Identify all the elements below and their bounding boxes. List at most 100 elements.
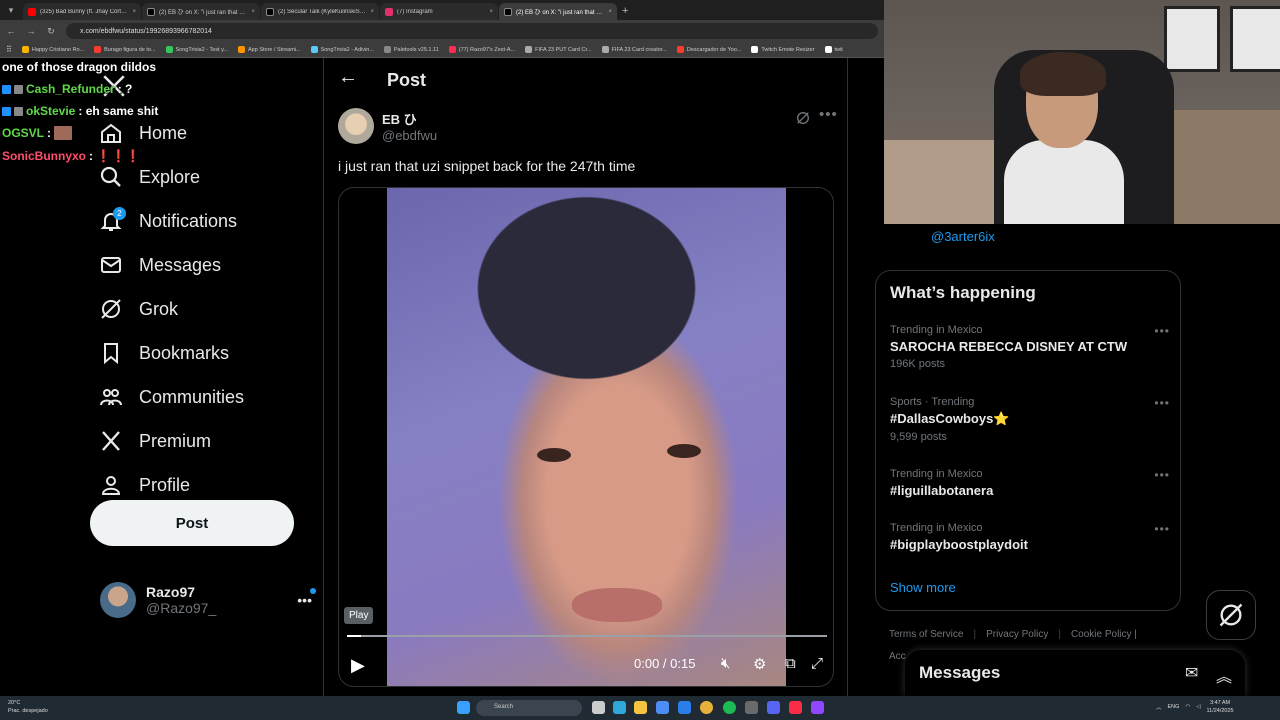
more-dots-icon[interactable]: ••• [1154,468,1170,482]
discord-icon[interactable] [767,701,780,714]
bookmark-item[interactable]: SongTrivia2 - Test y... [165,46,228,53]
x-logo-icon [99,429,123,453]
play-tooltip: Play [344,607,374,624]
bookmark-item[interactable]: FIFA 23 PUT Card Cr... [525,46,592,53]
windows-start-icon[interactable] [457,701,470,714]
task-view-icon[interactable] [592,701,605,714]
bookmark-item[interactable]: FIFA 23 Card creator... [601,46,667,53]
browser-tab-active[interactable]: (2) EB ひ on X: "i just ran that u... × [499,3,617,20]
grok-icon[interactable] [795,110,811,126]
privacy-link[interactable]: Privacy Policy [986,629,1048,640]
close-tab-icon[interactable]: × [608,9,612,15]
close-tab-icon[interactable]: × [132,9,136,15]
avatar[interactable] [338,108,374,144]
picture-in-picture-icon[interactable]: ⧉ [785,655,796,672]
messages-drawer[interactable]: Messages ✉ ︽ [905,650,1245,696]
author-name[interactable]: EB ひ [382,109,437,128]
wifi-icon[interactable]: ◠ [1185,704,1190,710]
twitch-icon[interactable] [811,701,824,714]
mute-icon[interactable]: 🔇︎ [721,655,730,672]
clock[interactable]: 3:47 AM 11/24/2025 [1206,699,1233,715]
sidebar-item-communities[interactable]: Communities [99,381,244,413]
sidebar-item-grok[interactable]: Grok [99,293,178,325]
play-icon[interactable]: ▶ [351,655,365,676]
suggested-user-handle[interactable]: @3arter6ix [931,229,995,244]
more-dots-icon[interactable]: ••• [1154,396,1170,410]
back-arrow-icon[interactable]: ← [6,26,16,36]
sidebar-item-label: Premium [139,430,212,451]
back-arrow-icon[interactable]: ← [338,66,358,89]
weather-widget[interactable]: 20°C Prac. despejado [8,699,48,715]
more-dots-icon[interactable]: ••• [297,588,316,608]
cookie-link[interactable]: Cookie Policy | [1071,629,1137,640]
accessibility-link[interactable]: Acc [889,651,906,662]
video-progress-bar[interactable] [347,635,827,637]
browser-tab[interactable]: (325) Bad Bunny (ft. Jhay Cortez... × [23,3,141,20]
sidebar-item-messages[interactable]: Messages [99,249,221,281]
forward-arrow-icon[interactable]: → [26,26,36,36]
chevron-up-icon[interactable]: ︿ [1156,703,1162,711]
more-dots-icon[interactable]: ••• [819,106,838,123]
bookmark-item[interactable]: twit [824,46,843,53]
apps-grid-icon[interactable]: ⠿ [6,45,12,54]
trend-item[interactable]: Sports · Trending #DallasCowboys⭐ 9,599 … [890,396,1170,443]
file-explorer-icon[interactable] [634,701,647,714]
fullscreen-icon[interactable]: ⤢ [811,655,823,672]
browser-tab[interactable]: (7) Instagram × [380,3,498,20]
browser-tab[interactable]: (2) Secular Talk (KyleKulinskiSh... × [261,3,379,20]
mail-icon[interactable] [678,701,691,714]
language-indicator[interactable]: ENG [1168,704,1180,710]
spotify-icon[interactable] [723,701,736,714]
post-button[interactable]: Post [90,500,294,546]
trend-item[interactable]: Trending in Mexico SAROCHA REBECCA DISNE… [890,324,1170,370]
author-handle[interactable]: @ebdfwu [382,128,437,143]
sidebar-item-notifications[interactable]: 2 Notifications [99,205,237,237]
tab-menu-icon[interactable]: ▾ [4,3,18,17]
url-input[interactable]: x.com/ebdfwu/status/1992689396678201​4 [66,23,878,39]
bookmark-item[interactable]: Happy Cristiano Ro... [21,46,84,53]
trend-item[interactable]: Trending in Mexico #bigplayboostplaydoit… [890,522,1170,552]
terms-link[interactable]: Terms of Service [889,629,963,640]
bookmark-item[interactable]: Burago figura de to... [94,46,156,53]
account-switcher[interactable]: Razo97 @Razo97_ ••• [100,581,316,619]
store-icon[interactable] [656,701,669,714]
new-tab-button[interactable]: + [622,3,628,20]
bookmark-favicon-icon [676,46,684,53]
close-tab-icon[interactable]: × [489,9,493,15]
sidebar-item-bookmarks[interactable]: Bookmarks [99,337,229,369]
settings-gear-icon[interactable]: ⚙ [753,655,766,673]
volume-icon[interactable]: ◁ [1196,704,1200,710]
bookmark-item[interactable]: SongTrivia2 - Adivin... [310,46,374,53]
video-frame[interactable] [387,188,786,686]
sidebar-item-profile[interactable]: Profile [99,469,190,501]
sidebar-item-home[interactable]: Home [99,117,187,149]
bookmark-item[interactable]: Descargador de Yoo... [676,46,741,53]
post-author[interactable]: EB ひ @ebdfwu [338,108,437,144]
more-dots-icon[interactable]: ••• [1154,324,1170,338]
trend-item[interactable]: Trending in Mexico #liguillabotanera ••• [890,468,1170,498]
bookmark-item[interactable]: Twitch Emote Resizer [751,46,815,53]
chrome-icon[interactable] [700,701,713,714]
bookmark-item[interactable]: (77) Razo97's Zest-A... [448,46,515,53]
bookmark-item[interactable]: Paletools v25.1.11 [383,46,439,53]
grok-floating-button[interactable] [1206,590,1256,640]
sidebar-item-premium[interactable]: Premium [99,425,211,457]
close-tab-icon[interactable]: × [251,9,255,15]
app-icon[interactable] [745,701,758,714]
browser-tab[interactable]: (2) EB ひ on X: "i just ran that u... × [142,3,260,20]
taskbar-search[interactable]: Search [476,700,582,716]
chat-message: OGSVL: [2,126,73,140]
show-more-link[interactable]: Show more [890,580,956,595]
expand-up-icon[interactable]: ︽ [1216,663,1232,687]
edge-icon[interactable] [613,701,626,714]
bookmark-item[interactable]: App Store / Streami... [238,46,301,53]
close-tab-icon[interactable]: × [370,9,374,15]
search-icon [99,165,123,189]
sidebar-item-explore[interactable]: Explore [99,161,200,193]
trends-title: What’s happening [890,283,1036,302]
more-dots-icon[interactable]: ••• [1154,522,1170,536]
new-message-icon[interactable]: ✉ [1185,663,1198,683]
music-icon[interactable] [789,701,802,714]
reload-icon[interactable]: ↻ [46,26,56,37]
video-player[interactable]: Play ▶ 0:00 / 0:15 🔇︎ ⚙ ⧉ ⤢ [338,187,834,687]
